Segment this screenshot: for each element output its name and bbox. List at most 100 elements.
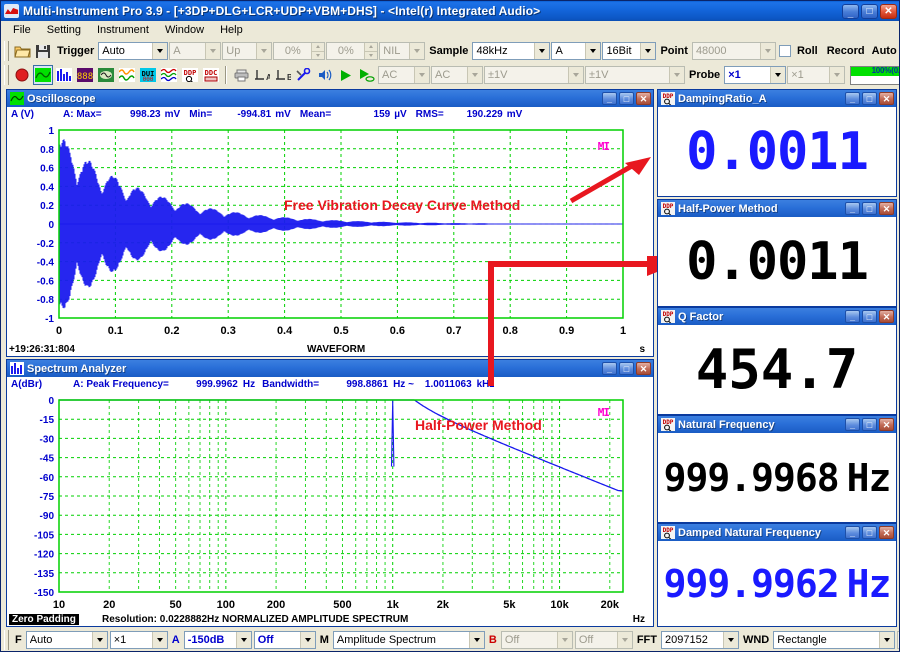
chevron-down-icon[interactable] bbox=[152, 632, 167, 648]
chevron-down-icon[interactable] bbox=[256, 43, 271, 59]
menu-window[interactable]: Window bbox=[157, 23, 212, 37]
spectrum-close-button[interactable]: ✕ bbox=[636, 362, 651, 375]
auto-button[interactable]: Auto bbox=[869, 45, 900, 57]
a-ref-combo[interactable]: -150dB bbox=[184, 631, 252, 649]
menu-file[interactable]: File bbox=[5, 23, 39, 37]
data-post-processor-icon[interactable]: DDP bbox=[180, 65, 200, 85]
meter-close-button[interactable]: ✕ bbox=[879, 92, 894, 105]
menu-setting[interactable]: Setting bbox=[39, 23, 89, 37]
chevron-down-icon[interactable] bbox=[467, 67, 482, 83]
meter-close-button[interactable]: ✕ bbox=[879, 526, 894, 539]
chevron-down-icon[interactable] bbox=[760, 43, 775, 59]
multimeter-icon[interactable]: 888 bbox=[75, 65, 95, 85]
chevron-down-icon[interactable] bbox=[669, 67, 684, 83]
data-logger-icon[interactable] bbox=[159, 65, 179, 85]
meter-maximize-button[interactable]: □ bbox=[862, 310, 877, 323]
chevron-down-icon[interactable] bbox=[829, 67, 844, 83]
meter-maximize-button[interactable]: □ bbox=[862, 526, 877, 539]
coupling-a-combo[interactable]: AC bbox=[378, 66, 430, 84]
toolbar-grip[interactable] bbox=[4, 65, 9, 85]
fft-size-combo[interactable]: 2097152 bbox=[661, 631, 739, 649]
coupling-b-combo[interactable]: AC bbox=[431, 66, 483, 84]
toolbar-grip[interactable] bbox=[4, 41, 9, 61]
meter-minimize-button[interactable]: _ bbox=[845, 310, 860, 323]
meter-title-bar[interactable]: DDP Half-Power Method _ □ ✕ bbox=[658, 200, 896, 217]
meter-close-button[interactable]: ✕ bbox=[879, 310, 894, 323]
chevron-down-icon[interactable] bbox=[469, 632, 484, 648]
window-combo[interactable]: Rectangle bbox=[773, 631, 895, 649]
bit-depth-combo[interactable]: 16Bit bbox=[602, 42, 656, 60]
b-off1-combo[interactable]: Off bbox=[501, 631, 573, 649]
meter-title-bar[interactable]: DDP Natural Frequency _ □ ✕ bbox=[658, 416, 896, 433]
menu-help[interactable]: Help bbox=[212, 23, 251, 37]
chevron-down-icon[interactable] bbox=[557, 632, 572, 648]
record-button[interactable]: Record bbox=[824, 45, 868, 57]
trigger-mode-combo[interactable]: Auto bbox=[98, 42, 168, 60]
spectrum-plot[interactable]: 0-15-30-45-60-75-90-105-120-135-15010205… bbox=[7, 392, 653, 626]
chevron-down-icon[interactable] bbox=[534, 43, 549, 59]
oscilloscope-title-bar[interactable]: Oscilloscope _ □ ✕ bbox=[7, 90, 653, 107]
probe-a-combo[interactable]: ×1 bbox=[724, 66, 786, 84]
meter-minimize-button[interactable]: _ bbox=[845, 526, 860, 539]
meter-title-bar[interactable]: DDP DampingRatio_A _ □ ✕ bbox=[658, 90, 896, 107]
maximize-button[interactable]: □ bbox=[861, 4, 878, 19]
chevron-down-icon[interactable] bbox=[414, 67, 429, 83]
oscilloscope-minimize-button[interactable]: _ bbox=[602, 92, 617, 105]
channel-combo[interactable]: A bbox=[551, 42, 601, 60]
tools-icon[interactable] bbox=[294, 65, 314, 85]
spectrum-minimize-button[interactable]: _ bbox=[602, 362, 617, 375]
chevron-down-icon[interactable] bbox=[92, 632, 107, 648]
trigger-hold-combo[interactable]: NIL bbox=[379, 42, 425, 60]
oscilloscope-close-button[interactable]: ✕ bbox=[636, 92, 651, 105]
play-record-icon[interactable] bbox=[357, 65, 377, 85]
trigger-source-combo[interactable]: A bbox=[169, 42, 221, 60]
cursor-a-icon[interactable]: A bbox=[252, 65, 272, 85]
spin-up-icon[interactable] bbox=[364, 43, 377, 52]
folder-open-icon[interactable] bbox=[12, 41, 32, 61]
a-off-combo[interactable]: Off bbox=[254, 631, 316, 649]
oscilloscope-plot[interactable]: 10.80.60.40.20-0.2-0.4-0.6-0.8-100.10.20… bbox=[7, 122, 653, 356]
save-disk-icon[interactable] bbox=[33, 41, 53, 61]
f-zoom-combo[interactable]: ×1 bbox=[110, 631, 168, 649]
chevron-down-icon[interactable] bbox=[205, 43, 220, 59]
statusbar-grip[interactable] bbox=[4, 630, 9, 650]
meter-close-button[interactable]: ✕ bbox=[879, 418, 894, 431]
print-icon[interactable] bbox=[231, 65, 251, 85]
meter-close-button[interactable]: ✕ bbox=[879, 202, 894, 215]
range-b-combo[interactable]: ±1V bbox=[585, 66, 685, 84]
chevron-down-icon[interactable] bbox=[879, 632, 894, 648]
trigger-delay-spinner[interactable]: 0% bbox=[326, 42, 378, 60]
spectrum-maximize-button[interactable]: □ bbox=[619, 362, 634, 375]
sample-rate-combo[interactable]: 48kHz bbox=[472, 42, 550, 60]
b-off2-combo[interactable]: Off bbox=[575, 631, 633, 649]
meter-maximize-button[interactable]: □ bbox=[862, 202, 877, 215]
meter-minimize-button[interactable]: _ bbox=[845, 92, 860, 105]
meter-maximize-button[interactable]: □ bbox=[862, 92, 877, 105]
trigger-edge-combo[interactable]: Up bbox=[222, 42, 272, 60]
chevron-down-icon[interactable] bbox=[770, 67, 785, 83]
close-button[interactable]: ✕ bbox=[880, 4, 897, 19]
meter-maximize-button[interactable]: □ bbox=[862, 418, 877, 431]
chevron-down-icon[interactable] bbox=[585, 43, 600, 59]
oscilloscope-maximize-button[interactable]: □ bbox=[619, 92, 634, 105]
meter-minimize-button[interactable]: _ bbox=[845, 202, 860, 215]
device-test-icon[interactable]: DUI 000 bbox=[138, 65, 158, 85]
trigger-level-spinner[interactable]: 0% bbox=[273, 42, 325, 60]
chevron-down-icon[interactable] bbox=[723, 632, 738, 648]
device-control-icon[interactable]: DDC bbox=[201, 65, 221, 85]
minimize-button[interactable]: _ bbox=[842, 4, 859, 19]
chevron-down-icon[interactable] bbox=[568, 67, 583, 83]
range-a-combo[interactable]: ±1V bbox=[484, 66, 584, 84]
spectrum-analyzer-icon[interactable] bbox=[54, 65, 74, 85]
meter-title-bar[interactable]: DDP Damped Natural Frequency _ □ ✕ bbox=[658, 524, 896, 541]
record-dot-icon[interactable] bbox=[12, 65, 32, 85]
play-icon[interactable] bbox=[336, 65, 356, 85]
chevron-down-icon[interactable] bbox=[236, 632, 251, 648]
menu-instrument[interactable]: Instrument bbox=[89, 23, 157, 37]
chevron-down-icon[interactable] bbox=[152, 43, 167, 59]
spin-down-icon[interactable] bbox=[364, 52, 377, 60]
oscilloscope-icon[interactable] bbox=[33, 65, 53, 85]
point-combo[interactable]: 48000 bbox=[692, 42, 776, 60]
roll-checkbox-wrap[interactable]: Roll bbox=[777, 45, 823, 57]
spectrum-title-bar[interactable]: Spectrum Analyzer _ □ ✕ bbox=[7, 360, 653, 377]
